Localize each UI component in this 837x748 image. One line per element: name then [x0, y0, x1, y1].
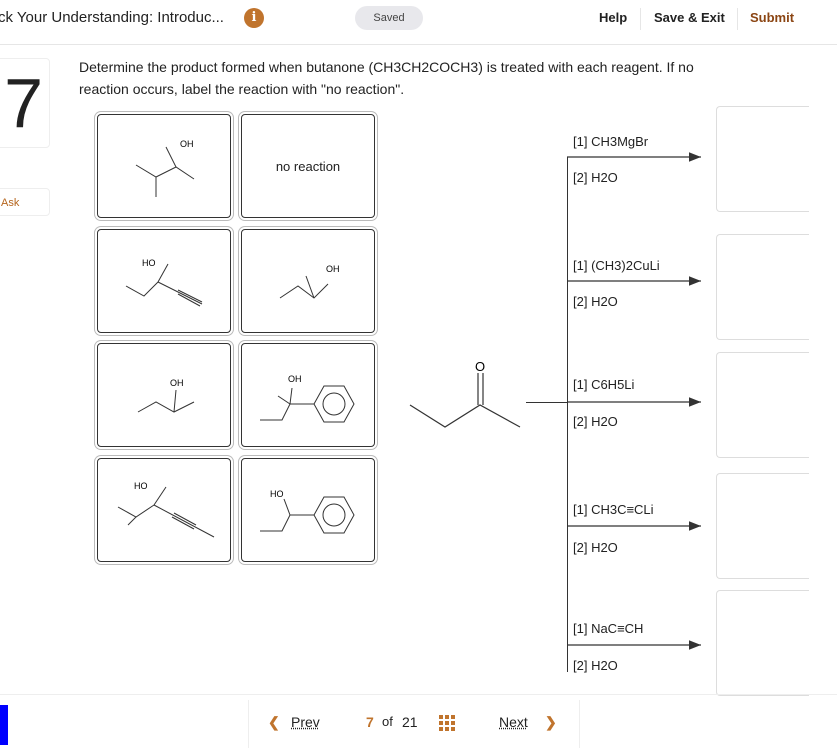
- save-exit-button[interactable]: Save & Exit: [654, 10, 725, 25]
- answer-tile-secondary-alcohol[interactable]: OH: [97, 343, 231, 447]
- answer-tile-alkyne-alcohol[interactable]: HO: [97, 229, 231, 333]
- divider: [640, 8, 641, 30]
- assignment-title: ck Your Understanding: Introduc...: [0, 9, 224, 26]
- structure-icon: OH: [242, 344, 374, 446]
- structure-icon: HO: [98, 459, 230, 561]
- question-text-line1: Determine the product formed when butano…: [79, 59, 694, 75]
- chevron-right-icon[interactable]: ❯: [545, 714, 557, 731]
- svg-text:O: O: [475, 359, 485, 374]
- current-page: 7: [366, 714, 374, 730]
- svg-text:HO: HO: [142, 258, 156, 268]
- answer-tile-alkyne-tertiary-alcohol[interactable]: HO: [97, 458, 231, 562]
- svg-text:HO: HO: [134, 481, 148, 491]
- answer-tile-phenyl-tertiary-alcohol[interactable]: OH: [241, 343, 375, 447]
- answer-tile-tertiary-alcohol-isopropyl[interactable]: OH: [97, 114, 231, 218]
- no-reaction-label: no reaction: [242, 159, 374, 174]
- structure-icon: HO: [98, 230, 230, 332]
- reagent-5-step2: [2] H2O: [573, 658, 618, 673]
- structure-icon: HO: [242, 459, 374, 561]
- help-button[interactable]: Help: [599, 10, 627, 25]
- drop-zone-3[interactable]: [716, 352, 809, 458]
- answer-tile-phenyl-secondary-alcohol[interactable]: HO: [241, 458, 375, 562]
- connector-line: [526, 402, 568, 403]
- submit-button[interactable]: Submit: [750, 10, 794, 25]
- prev-button[interactable]: Prev: [291, 714, 320, 730]
- ask-button[interactable]: Ask: [0, 188, 50, 216]
- svg-text:OH: OH: [326, 264, 340, 274]
- chevron-left-icon[interactable]: ❮: [268, 714, 280, 731]
- reagent-1-step1: [1] CH3MgBr: [573, 134, 648, 149]
- svg-text:OH: OH: [288, 374, 302, 384]
- info-icon[interactable]: i: [244, 8, 264, 28]
- saved-status-badge: Saved: [355, 6, 423, 30]
- total-pages: 21: [402, 714, 418, 730]
- drop-zone-1[interactable]: [716, 106, 809, 212]
- reaction-arrows: [567, 150, 707, 660]
- side-widget[interactable]: [0, 705, 8, 745]
- answer-tile-no-reaction[interactable]: no reaction: [241, 114, 375, 218]
- question-number: 7: [0, 58, 50, 148]
- grid-icon[interactable]: [439, 715, 455, 731]
- svg-text:HO: HO: [270, 489, 284, 499]
- drop-zone-5[interactable]: [716, 590, 809, 696]
- footer-divider: [0, 694, 837, 695]
- answer-tile-tertiary-alcohol[interactable]: OH: [241, 229, 375, 333]
- svg-text:OH: OH: [180, 139, 194, 149]
- question-text-line2: reaction occurs, label the reaction with…: [79, 81, 404, 97]
- drop-zone-2[interactable]: [716, 234, 809, 340]
- structure-icon: OH: [98, 115, 230, 217]
- next-button[interactable]: Next: [499, 714, 528, 730]
- divider: [737, 8, 738, 30]
- svg-text:OH: OH: [170, 378, 184, 388]
- drop-zone-4[interactable]: [716, 473, 809, 579]
- structure-icon: OH: [242, 230, 374, 332]
- structure-icon: OH: [98, 344, 230, 446]
- butanone-structure: O: [405, 355, 525, 440]
- page-of-label: of: [382, 714, 393, 729]
